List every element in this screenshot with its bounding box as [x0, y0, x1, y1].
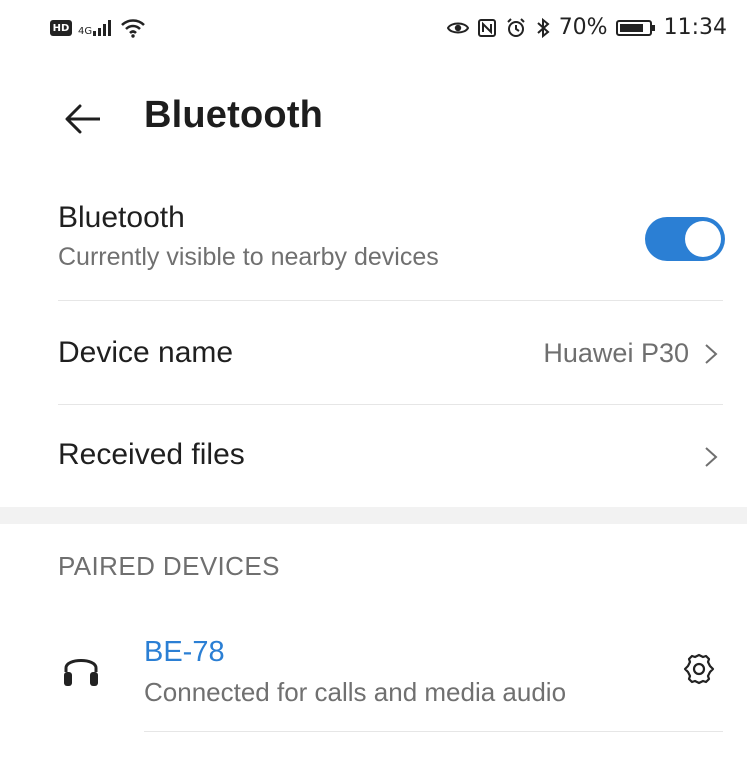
status-right: 70% 11:34: [446, 15, 727, 40]
wifi-icon: [120, 18, 146, 38]
battery-percent: 70%: [558, 15, 608, 40]
divider: [58, 300, 723, 301]
network-label: 4G: [78, 26, 93, 37]
battery-icon: [615, 19, 656, 37]
chevron-right-icon: [705, 344, 718, 364]
headphones-icon: [61, 648, 101, 690]
paired-device-status: Connected for calls and media audio: [144, 677, 567, 707]
device-name-value: Huawei P30: [543, 338, 689, 368]
toggle-thumb: [685, 221, 721, 257]
bluetooth-setting-subtitle: Currently visible to nearby devices: [58, 243, 439, 271]
divider: [58, 404, 723, 405]
page-title: Bluetooth: [144, 94, 324, 136]
status-time: 11:34: [663, 15, 727, 40]
received-files-row[interactable]: Received files: [58, 438, 723, 472]
status-bar: HD 4G 70% 11:34: [0, 0, 747, 64]
paired-device-name[interactable]: BE-78: [144, 636, 225, 669]
eye-icon: [446, 19, 469, 37]
paired-devices-header: PAIRED DEVICES: [58, 551, 280, 581]
bluetooth-setting-title: Bluetooth: [58, 201, 185, 234]
section-separator: [0, 507, 747, 524]
arrow-left-icon: [65, 104, 100, 134]
alarm-icon: [505, 17, 527, 39]
bluetooth-setting-row[interactable]: Bluetooth Currently visible to nearby de…: [58, 201, 723, 272]
hd-label: HD: [52, 22, 70, 34]
app-bar: Bluetooth: [0, 86, 747, 152]
hd-icon: HD: [50, 20, 72, 36]
back-button[interactable]: [60, 98, 106, 140]
chevron-right-icon: [705, 447, 718, 467]
gear-icon: [683, 653, 715, 685]
status-left: HD 4G: [50, 18, 146, 38]
divider: [144, 731, 723, 732]
signal-icon: 4G: [78, 19, 114, 37]
nfc-icon: [477, 18, 497, 38]
device-settings-button[interactable]: [678, 648, 720, 690]
bluetooth-toggle[interactable]: [645, 217, 725, 261]
bluetooth-icon: [535, 17, 551, 39]
received-files-label: Received files: [58, 438, 245, 471]
